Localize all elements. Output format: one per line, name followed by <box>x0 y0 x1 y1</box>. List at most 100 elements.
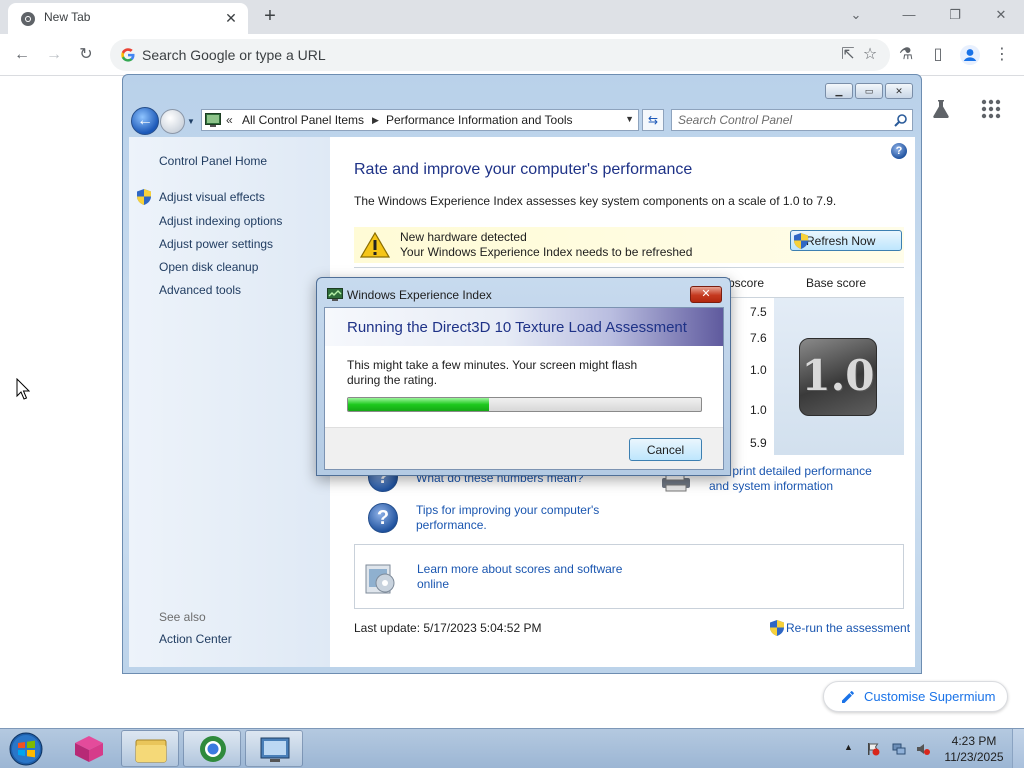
breadcrumb-performance[interactable]: Performance Information and Tools <box>386 113 573 127</box>
apps-grid-icon[interactable] <box>980 98 1002 120</box>
taskbar-browser[interactable] <box>183 730 241 767</box>
base-score-value: 1.0 <box>801 351 875 400</box>
browser-tab-new-tab[interactable]: New Tab ✕ <box>8 3 248 34</box>
tab-title: New Tab <box>44 10 91 24</box>
performance-app-icon <box>327 288 343 301</box>
subscore-memory: 7.6 <box>750 331 767 345</box>
performance-tips-link-line1[interactable]: Tips for improving your computer's <box>416 503 599 518</box>
adjust-visual-effects-link[interactable]: Adjust visual effects <box>159 190 265 204</box>
notice-title: New hardware detected <box>400 230 527 244</box>
show-hidden-icons-icon[interactable]: ▲ <box>844 742 858 756</box>
tab-close-icon[interactable]: ✕ <box>222 9 240 27</box>
help-icon[interactable]: ? <box>891 143 907 159</box>
labs-flask-icon[interactable] <box>930 98 952 120</box>
action-center-flag-icon[interactable] <box>866 742 880 756</box>
dialog-content: Running the Direct3D 10 Texture Load Ass… <box>324 307 724 470</box>
rerun-assessment-link[interactable]: Re-run the assessment <box>770 620 911 636</box>
print-details-link-line2[interactable]: and system information <box>709 479 833 494</box>
pencil-icon <box>842 691 854 703</box>
last-update-text: Last update: 5/17/2023 5:04:52 PM <box>354 621 542 635</box>
breadcrumb-all-items[interactable]: All Control Panel Items <box>242 113 364 127</box>
address-bar[interactable]: « All Control Panel Items ▶ Performance … <box>201 109 639 131</box>
search-icon[interactable] <box>894 113 908 127</box>
rerun-assessment-label: Re-run the assessment <box>786 621 911 635</box>
omnibox[interactable] <box>110 39 890 71</box>
taskbar-file-explorer[interactable] <box>121 730 179 767</box>
learn-more-link-line1[interactable]: Learn more about scores and software <box>417 562 622 577</box>
adjust-indexing-options-link[interactable]: Adjust indexing options <box>159 214 282 228</box>
software-box-icon <box>365 564 395 594</box>
breadcrumb-overflow-icon[interactable]: « <box>226 113 233 127</box>
action-center-link[interactable]: Action Center <box>159 632 232 646</box>
mouse-pointer-icon <box>16 378 30 400</box>
experience-index-dialog: Windows Experience Index ✕ Running the D… <box>316 277 731 476</box>
uac-shield-icon <box>770 620 784 636</box>
taskbar-app-cube[interactable] <box>60 730 118 767</box>
learn-more-link-line2[interactable]: online <box>417 577 449 592</box>
tab-strip: New Tab ✕ + ⌄ — ❐ ✕ <box>0 0 1024 34</box>
side-panel-icon[interactable]: ▯ <box>926 43 950 67</box>
question-help-icon[interactable]: ? <box>368 503 398 533</box>
nav-forward-button[interactable] <box>160 109 185 134</box>
omnibox-input[interactable] <box>142 39 822 71</box>
breadcrumb-arrow-icon[interactable]: ▶ <box>372 115 379 126</box>
minimize-window-button[interactable]: — <box>895 4 923 28</box>
forward-arrow-icon[interactable]: → <box>42 43 66 67</box>
see-also-heading: See also <box>159 610 206 624</box>
notice-text: Your Windows Experience Index needs to b… <box>400 245 693 259</box>
taskbar-performance-tool[interactable] <box>245 730 303 767</box>
dialog-close-button[interactable]: ✕ <box>690 286 722 303</box>
customise-button[interactable]: Customise Supermium <box>823 681 1008 712</box>
close-window-button[interactable]: ✕ <box>987 4 1015 28</box>
page-title: Rate and improve your computer's perform… <box>354 161 693 178</box>
clock-time[interactable]: 4:23 PM <box>944 734 1004 748</box>
subscore-column-header: bscore <box>728 276 765 290</box>
dialog-message: This might take a few minutes. Your scre… <box>347 358 667 388</box>
adjust-power-settings-link[interactable]: Adjust power settings <box>159 237 273 251</box>
tab-search-chevron-icon[interactable]: ⌄ <box>842 4 870 28</box>
address-dropdown-icon[interactable]: ▼ <box>625 114 634 124</box>
control-panel-search[interactable] <box>671 109 913 131</box>
open-disk-cleanup-link[interactable]: Open disk cleanup <box>159 260 258 274</box>
network-icon[interactable] <box>892 742 906 756</box>
refresh-now-button[interactable]: Refresh Now <box>790 230 902 251</box>
reload-icon[interactable]: ↻ <box>74 43 98 67</box>
window-maximize-button[interactable]: ▭ <box>855 83 883 99</box>
menu-kebab-icon[interactable]: ⋮ <box>990 43 1014 67</box>
bookmark-star-icon[interactable]: ☆ <box>858 43 882 67</box>
dialog-message-line1: This might take a few minutes. Your scre… <box>347 358 638 372</box>
window-minimize-button[interactable]: ▁ <box>825 83 853 99</box>
performance-monitor-icon <box>260 737 290 762</box>
advanced-tools-link[interactable]: Advanced tools <box>159 283 241 297</box>
control-panel-icon <box>205 113 221 127</box>
cancel-button[interactable]: Cancel <box>629 438 702 461</box>
clock-date[interactable]: 11/23/2025 <box>944 750 1004 764</box>
refresh-icon[interactable]: ⇆ <box>642 109 664 131</box>
task-sidebar: Control Panel Home Adjust visual effects… <box>129 137 330 667</box>
browser-globe-icon <box>200 736 226 762</box>
control-panel-home-link[interactable]: Control Panel Home <box>159 154 267 168</box>
volume-muted-icon[interactable] <box>916 742 930 756</box>
window-close-button[interactable]: ✕ <box>885 83 913 99</box>
labs-flask-icon[interactable]: ⚗ <box>894 43 918 67</box>
profile-avatar-icon[interactable] <box>958 43 982 67</box>
back-arrow-icon[interactable]: ← <box>10 43 34 67</box>
start-orb-icon[interactable] <box>6 731 46 767</box>
show-desktop-button[interactable] <box>1012 729 1024 768</box>
recent-pages-dropdown-icon[interactable]: ▼ <box>187 117 195 126</box>
base-score-panel: 1.0 <box>774 298 904 455</box>
nav-back-button[interactable]: ← <box>131 107 159 135</box>
progress-fill <box>348 398 490 411</box>
refresh-now-label: Refresh Now <box>806 233 876 248</box>
base-score-column-header: Base score <box>806 276 867 290</box>
restore-window-button[interactable]: ❐ <box>941 4 969 28</box>
base-score-badge: 1.0 <box>799 338 877 416</box>
performance-tips-link-line2[interactable]: performance. <box>416 518 487 533</box>
print-details-link-line1[interactable]: and print detailed performance <box>709 464 872 479</box>
share-icon[interactable]: ⇱ <box>836 43 860 67</box>
taskbar: ▲ 4:23 PM 11/23/2025 <box>0 728 1024 768</box>
learn-more-box: Learn more about scores and software onl… <box>354 544 904 609</box>
control-panel-search-input[interactable] <box>678 112 888 128</box>
new-tab-button[interactable]: + <box>258 5 282 29</box>
chrome-icon <box>21 12 35 26</box>
